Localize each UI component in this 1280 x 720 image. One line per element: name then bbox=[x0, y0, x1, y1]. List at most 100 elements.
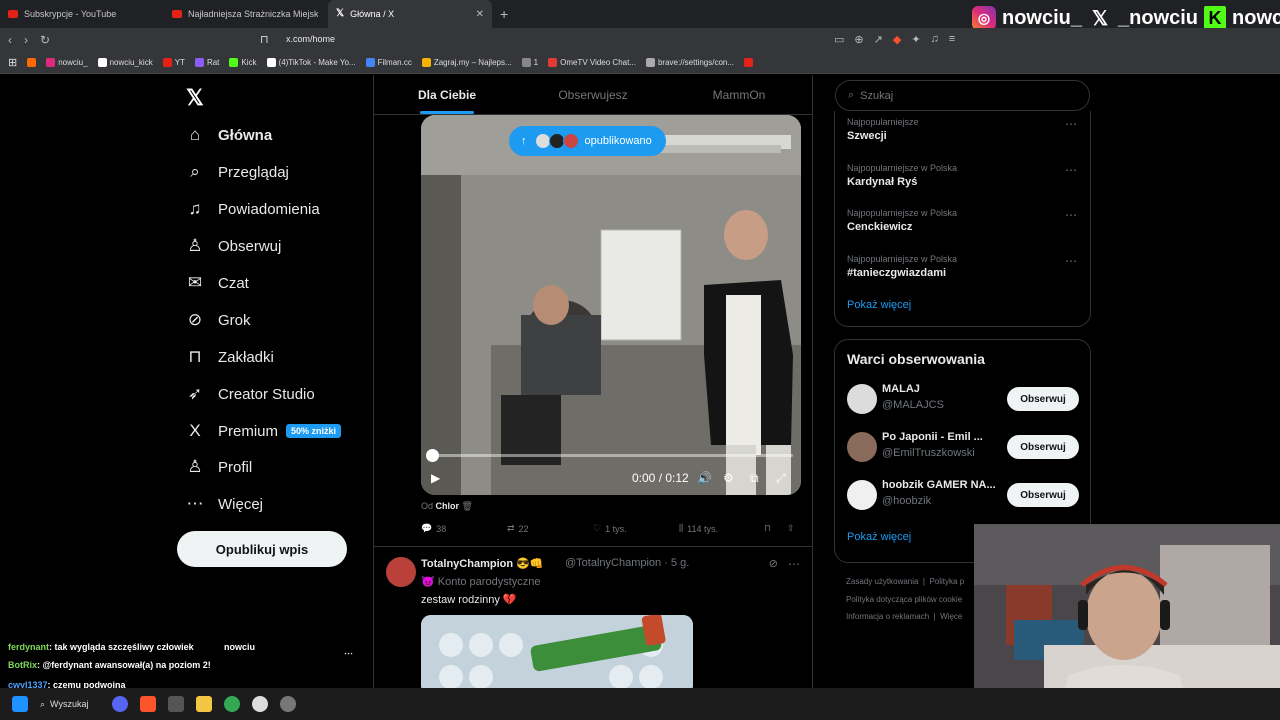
tweet-author-handle[interactable]: @TotalnyChampion · 5 g. bbox=[565, 557, 689, 569]
tweet-image[interactable] bbox=[421, 615, 693, 688]
bookmark-item[interactable]: (4)TikTok - Make Yo... bbox=[266, 58, 356, 67]
tab-youtube-subscriptions[interactable]: Subskrypcje - YouTube bbox=[0, 0, 164, 28]
tab-mammon[interactable]: MammOn bbox=[666, 75, 812, 114]
new-tab-button[interactable]: + bbox=[500, 6, 508, 22]
trend-item[interactable]: Najpopularniejsze w Polska Kardynał Ryś ⋯ bbox=[847, 163, 1077, 188]
post-button[interactable]: Opublikuj wpis bbox=[177, 531, 347, 567]
share-icon[interactable]: ⇧ bbox=[787, 523, 795, 534]
file-explorer-icon[interactable] bbox=[196, 696, 212, 712]
follow-button[interactable]: Obserwuj bbox=[1007, 483, 1079, 507]
nav-item-rocket[interactable]: ➶ Creator Studio bbox=[186, 384, 315, 404]
avatar[interactable] bbox=[847, 480, 877, 510]
bookmark-item[interactable]: YT bbox=[162, 58, 185, 67]
fullscreen-icon[interactable]: ⤢ bbox=[776, 471, 786, 486]
bookmark-item[interactable]: nowciu_kick bbox=[97, 58, 153, 67]
grok-icon[interactable]: ⊘ bbox=[769, 557, 778, 570]
nav-item-mail[interactable]: ✉ Czat bbox=[186, 273, 249, 293]
x-logo-icon[interactable]: 𝕏 bbox=[186, 85, 204, 111]
show-more-trends-link[interactable]: Pokaż więcej bbox=[847, 299, 911, 311]
avatar[interactable] bbox=[847, 432, 877, 462]
show-more-follow-link[interactable]: Pokaż więcej bbox=[847, 531, 911, 543]
chrome-icon[interactable] bbox=[224, 696, 240, 712]
discord-icon[interactable] bbox=[112, 696, 128, 712]
bookmark-page-icon[interactable]: ⊓ bbox=[260, 33, 269, 46]
from-name[interactable]: Chlor bbox=[436, 501, 460, 511]
footer-link[interactable]: Zasady użytkowania bbox=[846, 577, 918, 586]
bookmark-item[interactable] bbox=[744, 58, 754, 67]
settings-gear-icon[interactable]: ⚙ bbox=[723, 471, 734, 485]
follow-suggestion[interactable]: MALAJ @MALAJCS Obserwuj bbox=[847, 382, 1079, 416]
bookmark-item[interactable]: 1 bbox=[521, 58, 538, 67]
reload-icon[interactable]: ↻ bbox=[40, 33, 50, 47]
tab-youtube-video[interactable]: Najładniejsza Strażniczka Miejska w P bbox=[164, 0, 328, 28]
bookmark-item[interactable]: Filman.cc bbox=[365, 58, 412, 67]
nav-item-bookmark[interactable]: ⊓ Zakładki bbox=[186, 347, 274, 367]
footer-link[interactable]: Informacja o reklamach bbox=[846, 612, 929, 621]
video-progress-knob[interactable] bbox=[426, 449, 439, 462]
avatar[interactable] bbox=[847, 384, 877, 414]
nav-item-person[interactable]: ♙ Profil bbox=[186, 457, 252, 477]
views-button[interactable]: ⫼ 114 tys. bbox=[679, 523, 718, 534]
footer-link[interactable]: Polityka dotycząca plików cookie bbox=[846, 595, 962, 604]
nav-item-bell[interactable]: ♫ Powiadomienia bbox=[186, 199, 320, 219]
more-icon[interactable]: ⋯ bbox=[344, 648, 353, 659]
follow-button[interactable]: Obserwuj bbox=[1007, 435, 1079, 459]
pip-icon[interactable]: ⧉ bbox=[750, 471, 759, 486]
nav-item-add-user[interactable]: ♙ Obserwuj bbox=[186, 236, 281, 256]
volume-icon[interactable]: 🔊 bbox=[697, 471, 712, 485]
bookmark-item[interactable]: Zagraj.my – Najleps... bbox=[421, 58, 512, 67]
more-icon[interactable]: ⋯ bbox=[788, 557, 800, 571]
play-icon[interactable]: ▶ bbox=[431, 471, 440, 485]
windows-start-icon[interactable] bbox=[12, 696, 28, 712]
more-icon[interactable]: ⋯ bbox=[1065, 208, 1077, 222]
back-icon[interactable]: ‹ bbox=[8, 33, 12, 47]
close-tab-icon[interactable]: ✕ bbox=[476, 9, 484, 20]
nav-item-home[interactable]: ⌂ Główna bbox=[186, 125, 272, 145]
reply-button[interactable]: 💬 38 bbox=[421, 523, 446, 534]
brave-icon[interactable] bbox=[140, 696, 156, 712]
trend-item[interactable]: Najpopularniejsze w Polska #tanieczgwiazd… bbox=[847, 254, 1077, 279]
follow-suggestion[interactable]: hoobzik GAMER NA... @hoobzik Obserwuj bbox=[847, 478, 1079, 512]
more-icon[interactable]: ⋯ bbox=[1065, 254, 1077, 268]
nav-item-search[interactable]: ⌕ Przeglądaj bbox=[186, 162, 289, 182]
new-posts-pill[interactable]: ↑ opublikowano bbox=[509, 126, 666, 156]
tweet-author-name[interactable]: TotalnyChampion 😎👊 bbox=[421, 557, 544, 570]
footer-link[interactable]: Więce bbox=[940, 612, 962, 621]
search-input[interactable]: Szukaj bbox=[860, 90, 893, 102]
app-icon[interactable] bbox=[168, 696, 184, 712]
follow-button[interactable]: Obserwuj bbox=[1007, 387, 1079, 411]
avatar[interactable] bbox=[386, 557, 416, 587]
bookmark-icon[interactable]: ⊓ bbox=[764, 523, 771, 534]
taskbar-search[interactable]: ⌕ Wyszukaj bbox=[40, 699, 100, 710]
more-icon[interactable]: ⋯ bbox=[1065, 117, 1077, 131]
views-icon: ⫼ bbox=[679, 523, 684, 533]
bookmark-item[interactable]: OmeTV Video Chat... bbox=[548, 58, 636, 67]
video-player[interactable]: ↑ opublikowano ▶ 0:00 / 0:12 🔊 ⚙ ⧉ ⤢ bbox=[421, 115, 801, 495]
video-progress-bar[interactable] bbox=[431, 454, 793, 457]
bookmark-item[interactable] bbox=[27, 58, 37, 67]
bookmark-item[interactable]: nowciu_ bbox=[46, 58, 88, 67]
forward-icon[interactable]: › bbox=[24, 33, 28, 47]
repost-button[interactable]: ⇄ 22 bbox=[507, 523, 529, 534]
bookmark-item[interactable]: brave://settings/con... bbox=[645, 58, 734, 67]
tab-following[interactable]: Obserwujesz bbox=[520, 75, 666, 114]
tweet[interactable]: TotalnyChampion 😎👊 @TotalnyChampion · 5 … bbox=[374, 546, 812, 688]
apps-grid-icon[interactable]: ⊞ bbox=[8, 56, 17, 69]
nav-item-grok[interactable]: ⊘ Grok bbox=[186, 310, 251, 330]
search-box[interactable]: ⌕ Szukaj bbox=[835, 80, 1090, 111]
follow-suggestion[interactable]: Po Japonii - Emil ... @EmilTruszkowski Obs… bbox=[847, 430, 1079, 464]
nav-item-more[interactable]: ⋯ Więcej bbox=[186, 494, 264, 514]
obs-icon[interactable] bbox=[252, 696, 268, 712]
bookmark-item[interactable]: Kick bbox=[229, 58, 257, 67]
tab-for-you[interactable]: Dla Ciebie bbox=[374, 75, 520, 114]
tab-x-home[interactable]: 𝕏 Główna / X ✕ bbox=[328, 0, 492, 28]
nav-item-x-premium[interactable]: X Premium 50% zniżki bbox=[186, 421, 342, 441]
more-icon[interactable]: ⋯ bbox=[1065, 163, 1077, 177]
like-button[interactable]: ♡ 1 tys. bbox=[593, 523, 627, 534]
trend-item[interactable]: Najpopularniejsze Szwecji ⋯ bbox=[847, 117, 1077, 142]
bookmark-item[interactable]: Rat bbox=[194, 58, 219, 67]
trend-item[interactable]: Najpopularniejsze w Polska Cenckiewicz ⋯ bbox=[847, 208, 1077, 233]
app-icon[interactable] bbox=[280, 696, 296, 712]
footer-link[interactable]: Polityka p bbox=[929, 577, 964, 586]
url-field[interactable]: x.com/home bbox=[286, 34, 335, 44]
